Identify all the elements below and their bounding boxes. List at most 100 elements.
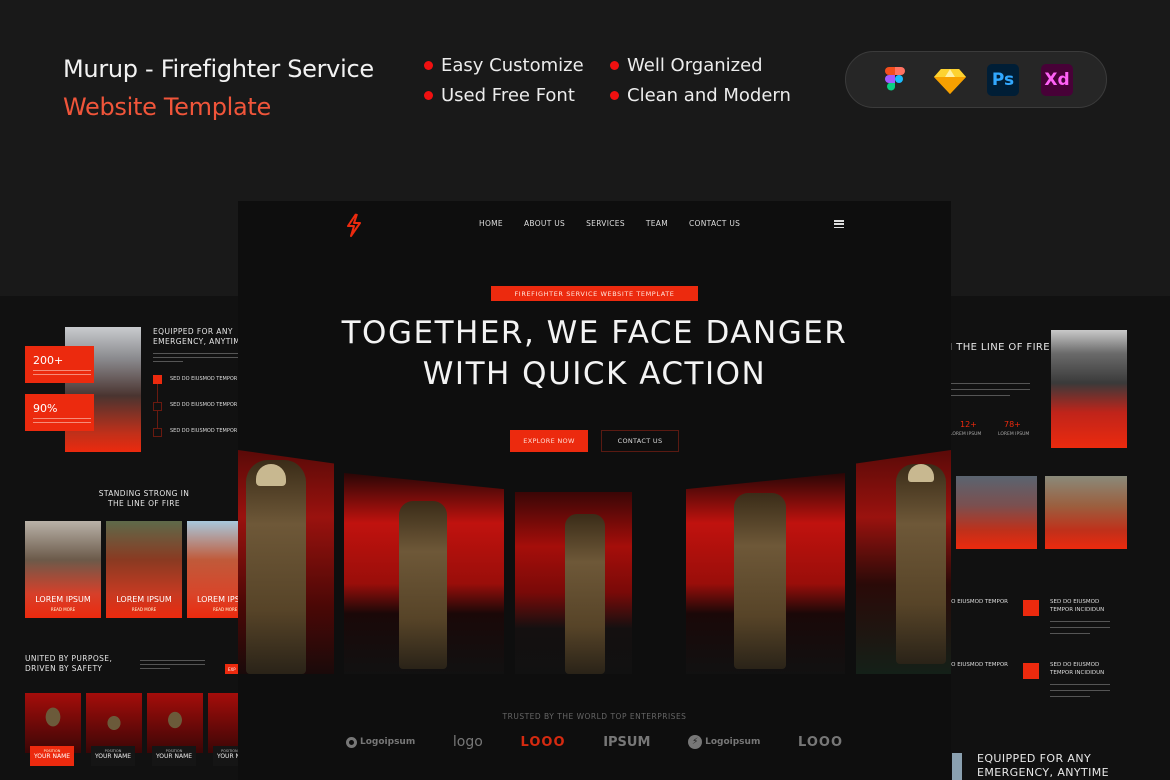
card-image: LOREM IPSUM READ MORE (25, 521, 101, 618)
paragraph-line (950, 383, 1030, 384)
navbar: HOME ABOUT US SERVICES TEAM CONTACT US (238, 201, 951, 247)
nav-about-us[interactable]: ABOUT US (524, 219, 565, 228)
team-member-card (25, 693, 81, 753)
read-more-link[interactable]: READ MORE (213, 607, 237, 612)
bullet-icon (424, 90, 433, 100)
team-name-box: POSITION YOUR NAME (152, 746, 196, 766)
feature-item: Well Organized (610, 54, 796, 76)
nav-team[interactable]: TEAM (646, 219, 668, 228)
united-title: UNITED BY PURPOSE, DRIVEN BY SAFETY (25, 654, 113, 673)
service-title: SED DO EIUSMOD TEMPOR INCIDIDUN (1050, 599, 1105, 613)
standing-title: STANDING STRONG IN THE LINE OF FIRE (950, 341, 1050, 355)
feature-label: Clean and Modern (627, 84, 791, 106)
bullet-icon (610, 60, 619, 70)
logo-text: logo (452, 734, 483, 750)
paragraph-line (1050, 690, 1110, 691)
feature-item: Clean and Modern (610, 84, 796, 106)
firefighter-photo (344, 473, 504, 674)
xd-label: Xd (1044, 69, 1070, 90)
nav-menu: HOME ABOUT US SERVICES TEAM CONTACT US (479, 219, 740, 228)
list-icon (153, 428, 162, 437)
stat-card: 200+ (25, 346, 94, 383)
firefighter-photo (515, 492, 632, 674)
partner-logos: Logoipsum logo LOOO IPSUM ⚡ Logoipsum LOO… (346, 734, 843, 750)
headline-line-2: WITH QUICK ACTION (422, 356, 767, 392)
photoshop-icon: Ps (987, 63, 1019, 96)
partner-logo: Logoipsum (346, 736, 416, 748)
stat-value: 90% (33, 402, 58, 415)
team-name-box: POSITION YOUR NA (213, 746, 240, 766)
trusted-label: TRUSTED BY THE WORLD TOP ENTERPRISES (502, 712, 687, 721)
ring-logo-icon (346, 736, 357, 748)
paragraph-line (1050, 627, 1110, 628)
stat-card: 90% (25, 394, 94, 431)
firefighter-photo (856, 450, 951, 674)
logo-text: LOOO (520, 734, 566, 750)
partner-logo: LOOO (521, 735, 566, 750)
feature-label: Used Free Font (441, 84, 575, 106)
stat-label: LOREM IPSUM (950, 432, 982, 437)
logo-text: IPSUM (603, 734, 651, 750)
list-icon (153, 375, 162, 384)
product-title: Murup - Firefighter Service Website Temp… (63, 54, 374, 122)
sketch-icon (933, 64, 966, 96)
card-image: LOREM IPSUM READ MORE (106, 521, 182, 618)
team-name: YOUR NAME (33, 753, 71, 760)
left-preview-panel: 200+ 90% EQUIPPED FOR ANY EMERGENCY, ANY… (0, 296, 266, 780)
service-text: SED DO EIUSMOD TEMPOR INCIDIDUN (950, 599, 1010, 605)
read-more-link[interactable]: READ MORE (25, 607, 101, 612)
service-icon (1023, 600, 1039, 616)
tools-pill: Ps Xd (845, 51, 1107, 108)
explore-now-button[interactable]: EXPLORE NOW (510, 430, 588, 452)
service-title: SED DO EIUSMOD TEMPOR INCIDIDUN (950, 661, 1010, 669)
card-title: LOREM IPSUM (35, 595, 91, 604)
bolt-logo-icon: ⚡ (688, 735, 703, 749)
paragraph-line (153, 357, 241, 358)
partner-logo: logo (453, 734, 483, 750)
hero-headline: TOGETHER, WE FACE DANGER WITH QUICK ACTI… (238, 313, 951, 395)
nav-services[interactable]: SERVICES (586, 219, 625, 228)
card-title: LOREM IPSUM (197, 595, 240, 604)
stat-value: 200+ (33, 354, 64, 367)
paragraph-line (153, 361, 183, 362)
team-name: YOUR NAME (94, 753, 132, 760)
bullet-icon (424, 60, 433, 70)
partner-logo: LOOO (798, 735, 843, 750)
team-name-box: POSITION YOUR NAME (91, 746, 135, 766)
feature-item: Easy Customize (424, 54, 610, 76)
firefighter-photo (238, 450, 334, 674)
nav-contact-us[interactable]: CONTACT US (689, 219, 740, 228)
gallery-image (1045, 476, 1127, 549)
feature-item: Used Free Font (424, 84, 610, 106)
card-image: LOREM IPSUM READ MORE (187, 521, 240, 618)
paragraph-line (140, 664, 205, 665)
hamburger-menu-icon[interactable] (834, 220, 844, 228)
list-icon (153, 402, 162, 411)
feature-label: Easy Customize (441, 54, 584, 76)
equipped-image (952, 753, 962, 780)
paragraph-line (950, 395, 1010, 396)
paragraph-line (153, 353, 241, 354)
read-more-link[interactable]: READ MORE (106, 607, 182, 612)
ps-label: Ps (991, 69, 1015, 90)
logo-text: Logoipsum (360, 737, 416, 747)
hero-tag: FIREFIGHTER SERVICE WEBSITE TEMPLATE (491, 286, 698, 301)
feature-list: Easy Customize Well Organized Used Free … (424, 54, 796, 106)
lightning-logo-icon[interactable] (344, 213, 364, 237)
card-title: LOREM IPSUM (116, 595, 172, 604)
title-line-2: Website Template (63, 93, 272, 121)
equipped-title: EQUIPPED FOR ANY EMERGENCY, ANYTIME (977, 752, 1110, 779)
team-name-box: POSITION YOUR NAME (30, 746, 74, 766)
paragraph-line (140, 668, 170, 669)
xd-icon: Xd (1041, 63, 1073, 96)
preview-stage: Murup - Firefighter Service Website Temp… (0, 0, 1170, 780)
nav-home[interactable]: HOME (479, 219, 503, 228)
partner-logo: IPSUM (603, 735, 650, 750)
service-title: SED DO EIUSMOD TEMPOR INCIDIDUN (950, 598, 1010, 606)
title-line-1: Murup - Firefighter Service (63, 55, 374, 83)
stat-description (33, 418, 91, 419)
contact-us-button[interactable]: CONTACT US (601, 430, 679, 452)
paragraph-line (1050, 621, 1110, 622)
logo-text: Logoipsum (705, 737, 761, 747)
paragraph-line (1050, 684, 1110, 685)
